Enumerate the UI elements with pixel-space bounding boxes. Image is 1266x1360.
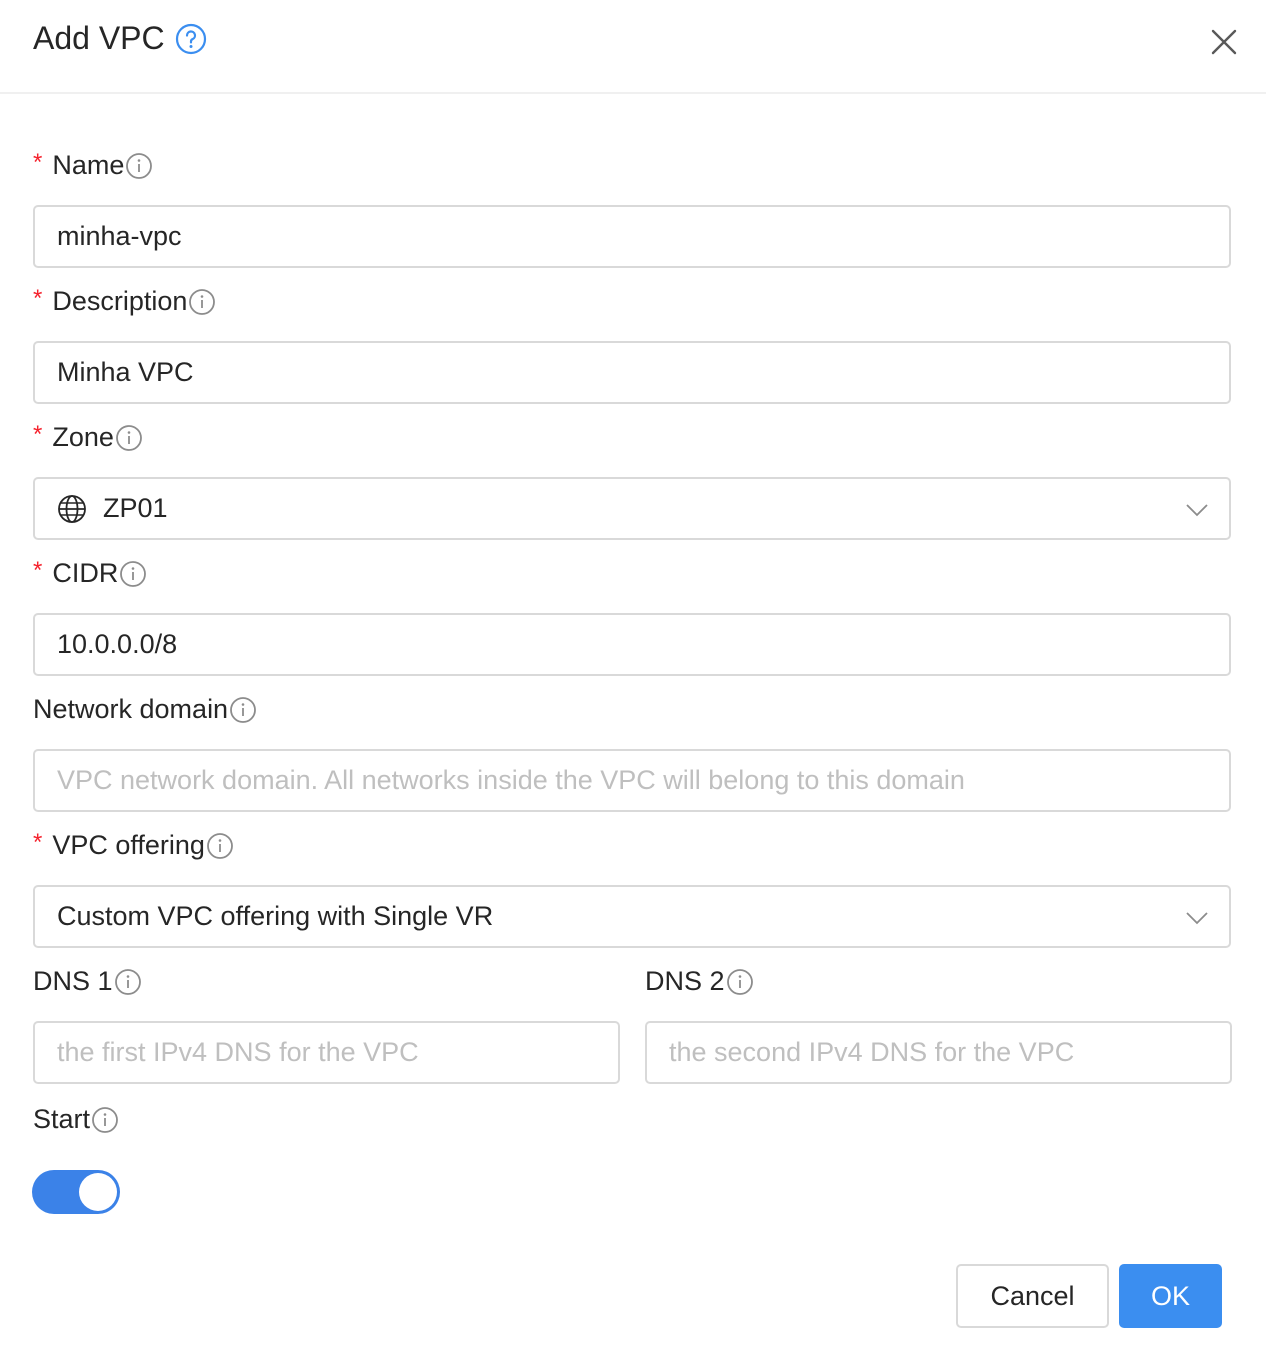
- vpc-offering-value: Custom VPC offering with Single VR: [57, 901, 494, 931]
- info-icon[interactable]: [115, 424, 143, 452]
- help-icon[interactable]: [175, 23, 207, 55]
- cidr-label: CIDR: [52, 558, 119, 588]
- info-icon[interactable]: [229, 696, 257, 724]
- description-label: Description: [52, 286, 188, 316]
- required-mark: *: [33, 828, 43, 856]
- close-icon: [1211, 29, 1237, 55]
- required-mark: *: [33, 148, 43, 176]
- zone-value: ZP01: [103, 493, 168, 523]
- required-mark: *: [33, 556, 43, 584]
- dns2-input[interactable]: [647, 1023, 1230, 1082]
- vpc-offering-label-row: * VPC offering: [33, 828, 234, 861]
- close-button[interactable]: [1204, 22, 1244, 62]
- info-icon[interactable]: [726, 968, 754, 996]
- chevron-down-icon: [1186, 504, 1208, 517]
- required-mark: *: [33, 420, 43, 448]
- dns1-input[interactable]: [35, 1023, 618, 1082]
- info-icon[interactable]: [206, 832, 234, 860]
- cidr-field[interactable]: [33, 613, 1231, 676]
- zone-label: Zone: [52, 422, 114, 452]
- dns2-label-row: DNS 2: [645, 966, 754, 997]
- dns2-field[interactable]: [645, 1021, 1232, 1084]
- info-icon[interactable]: [125, 152, 153, 180]
- description-field[interactable]: [33, 341, 1231, 404]
- dialog-title-row: Add VPC: [33, 20, 207, 57]
- cidr-label-row: * CIDR: [33, 556, 147, 589]
- globe-icon: [58, 494, 86, 523]
- dialog-header: Add VPC: [0, 0, 1266, 94]
- start-label-row: Start: [33, 1104, 119, 1135]
- info-icon[interactable]: [91, 1106, 119, 1134]
- dns1-field[interactable]: [33, 1021, 620, 1084]
- name-label-row: * Name: [33, 148, 153, 181]
- dns1-label: DNS 1: [33, 966, 113, 996]
- name-field[interactable]: [33, 205, 1231, 268]
- start-toggle[interactable]: [32, 1170, 120, 1214]
- vpc-offering-label: VPC offering: [52, 830, 205, 860]
- description-input[interactable]: [35, 343, 1229, 402]
- toggle-knob: [79, 1173, 117, 1211]
- network-domain-input[interactable]: [35, 751, 1229, 810]
- vpc-offering-select[interactable]: Custom VPC offering with Single VR: [33, 885, 1231, 948]
- info-icon[interactable]: [188, 288, 216, 316]
- name-input[interactable]: [35, 207, 1229, 266]
- dns2-label: DNS 2: [645, 966, 725, 996]
- dialog-title: Add VPC: [33, 20, 165, 56]
- cidr-input[interactable]: [35, 615, 1229, 674]
- required-mark: *: [33, 284, 43, 312]
- description-label-row: * Description: [33, 284, 216, 317]
- zone-label-row: * Zone: [33, 420, 143, 453]
- info-icon[interactable]: [119, 560, 147, 588]
- zone-select[interactable]: ZP01: [33, 477, 1231, 540]
- chevron-down-icon: [1186, 912, 1208, 925]
- network-domain-label-row: Network domain: [33, 694, 257, 725]
- info-icon[interactable]: [114, 968, 142, 996]
- cancel-button[interactable]: Cancel: [956, 1264, 1109, 1328]
- start-label: Start: [33, 1104, 91, 1134]
- network-domain-field[interactable]: [33, 749, 1231, 812]
- name-label: Name: [52, 150, 125, 180]
- ok-button[interactable]: OK: [1119, 1264, 1222, 1328]
- network-domain-label: Network domain: [33, 694, 229, 724]
- dns1-label-row: DNS 1: [33, 966, 142, 997]
